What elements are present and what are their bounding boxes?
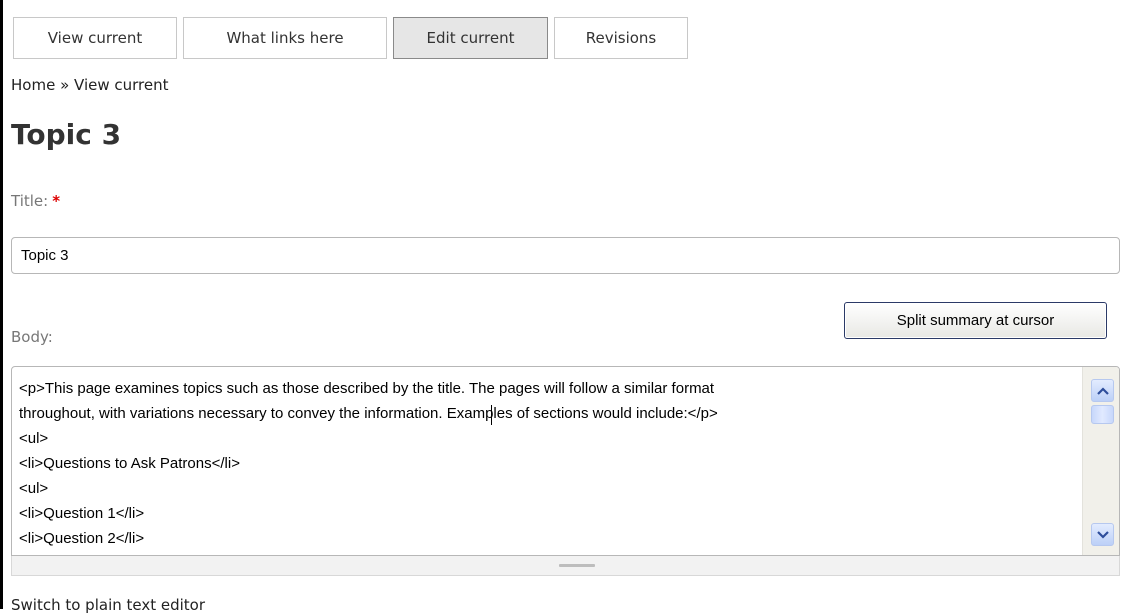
scroll-down-button[interactable]: [1091, 523, 1114, 546]
tab-view-current[interactable]: View current: [13, 17, 177, 59]
textarea-resize-handle[interactable]: [11, 556, 1120, 576]
body-text[interactable]: <p>This page examines topics such as tho…: [19, 376, 1079, 555]
scrollbar-thumb[interactable]: [1091, 405, 1114, 424]
page-title: Topic 3: [11, 118, 122, 151]
chevron-up-icon: [1096, 386, 1109, 395]
resize-grip-icon: [559, 564, 595, 567]
window-frame-edge: [0, 0, 3, 609]
body-label: Body:: [11, 328, 53, 346]
split-summary-button[interactable]: Split summary at cursor: [844, 302, 1107, 339]
chevron-down-icon: [1096, 530, 1109, 539]
tab-edit-current[interactable]: Edit current: [393, 17, 548, 59]
tab-what-links-here[interactable]: What links here: [183, 17, 387, 59]
tab-revisions[interactable]: Revisions: [554, 17, 688, 59]
text-cursor: [491, 405, 492, 425]
body-textarea[interactable]: <p>This page examines topics such as tho…: [11, 366, 1120, 556]
title-label-text: Title:: [11, 192, 49, 210]
scroll-up-button[interactable]: [1091, 379, 1114, 402]
required-marker: *: [52, 192, 61, 210]
title-label: Title: *: [11, 192, 60, 210]
title-input[interactable]: [11, 237, 1120, 274]
body-scrollbar[interactable]: [1082, 367, 1119, 555]
switch-editor-link[interactable]: Switch to plain text editor: [11, 596, 205, 614]
breadcrumb[interactable]: Home » View current: [11, 76, 169, 94]
tab-bar: View current What links here Edit curren…: [13, 17, 694, 59]
